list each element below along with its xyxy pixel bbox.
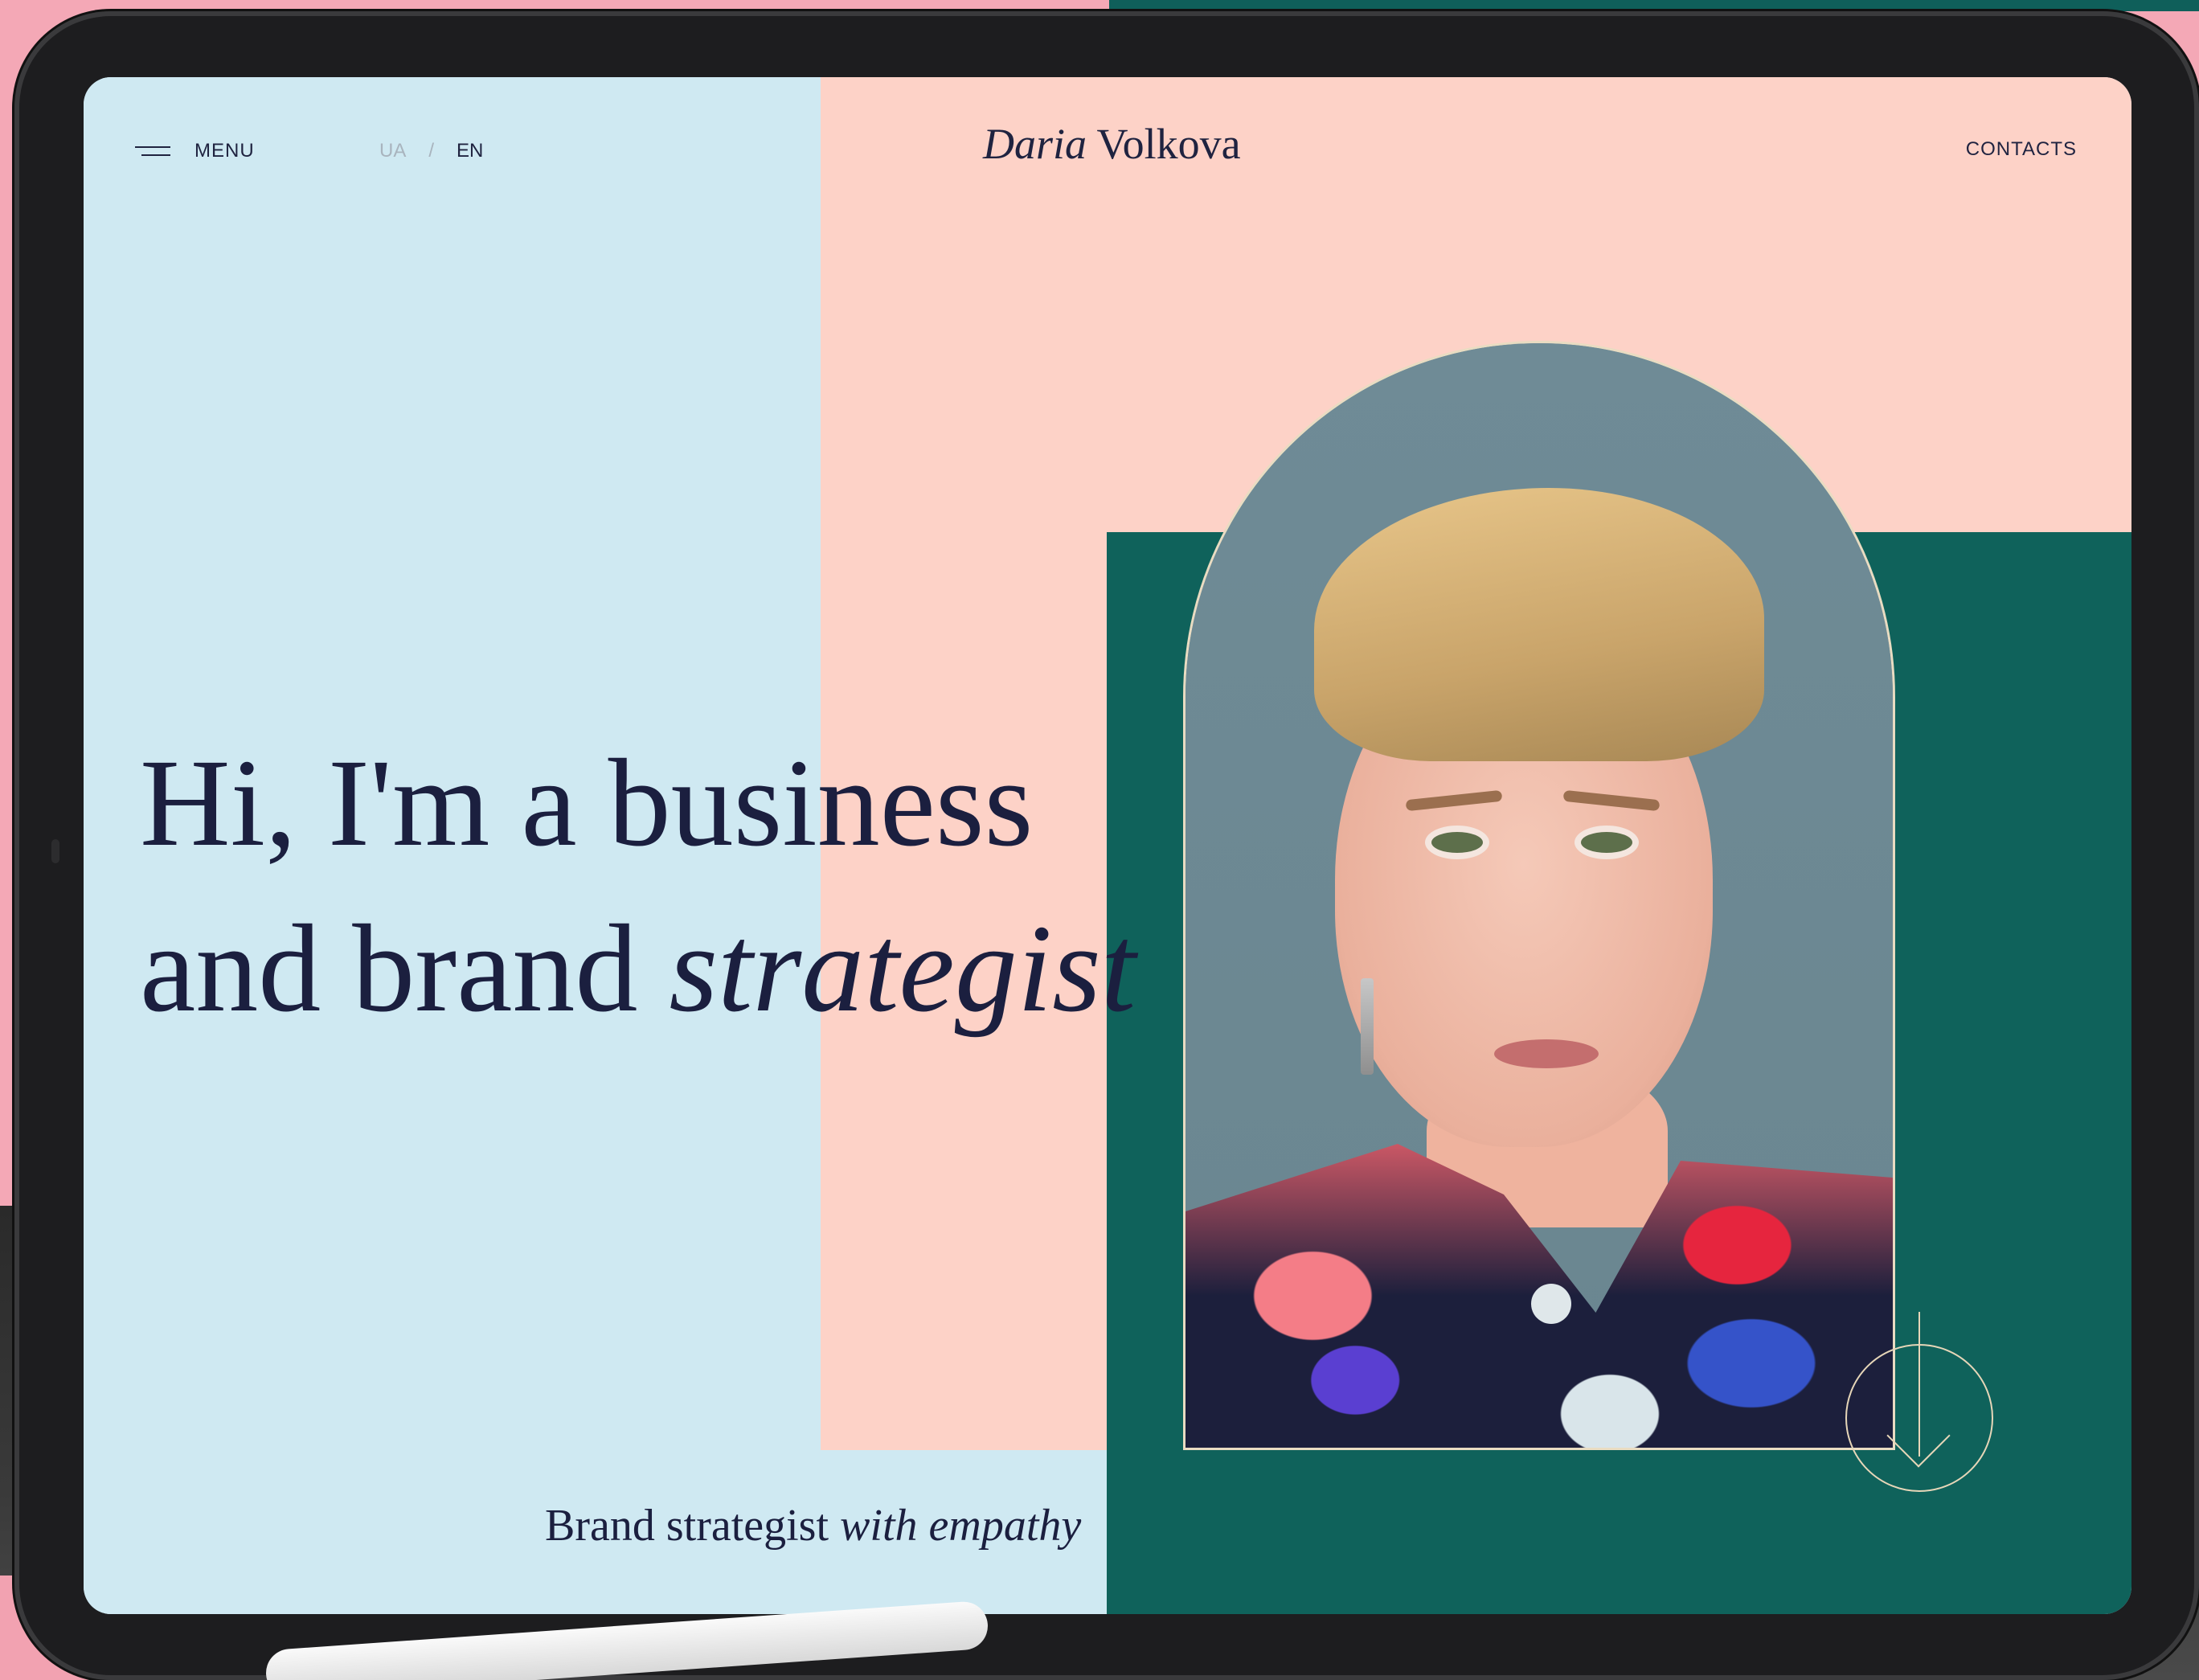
hero-line-2-plain: and brand	[140, 899, 638, 1038]
photo-lips	[1494, 1039, 1599, 1068]
lang-ua-link[interactable]: UA	[379, 140, 406, 162]
lang-en-link[interactable]: EN	[457, 140, 483, 162]
menu-label: MENU	[195, 140, 255, 162]
background-teal-strip	[1109, 0, 2199, 11]
tagline-plain: Brand strategist	[545, 1501, 829, 1551]
language-switcher: UA / EN	[379, 140, 483, 162]
photo-left-eye	[1431, 832, 1483, 853]
contacts-link[interactable]: CONTACTS	[1966, 138, 2077, 161]
site-logo[interactable]: Daria Volkova	[983, 119, 1241, 169]
logo-last-name: Volkova	[1096, 120, 1241, 168]
hero-line-2: and brand strategist	[140, 886, 1136, 1051]
hero-line-1: Hi, I'm a business	[140, 733, 1034, 872]
menu-button[interactable]: MENU	[135, 140, 255, 162]
photo-pendant	[1531, 1284, 1571, 1324]
lang-separator: /	[428, 140, 435, 162]
photo-right-eye	[1581, 832, 1632, 853]
hero-line-2-italic: strategist	[669, 899, 1136, 1038]
portrait-photo	[1183, 341, 1895, 1450]
logo-first-name: Daria	[983, 120, 1087, 168]
top-navigation: MENU UA / EN Daria Volkova CONTACTS	[84, 77, 2131, 190]
tagline: Brand strategist with empathy	[545, 1500, 1081, 1551]
hamburger-icon	[135, 145, 170, 158]
tagline-italic: with empathy	[840, 1501, 1082, 1551]
tablet-side-button	[51, 839, 59, 863]
hero-title: Hi, I'm a business and brand strategist	[140, 720, 1136, 1051]
photo-earring	[1361, 978, 1374, 1075]
